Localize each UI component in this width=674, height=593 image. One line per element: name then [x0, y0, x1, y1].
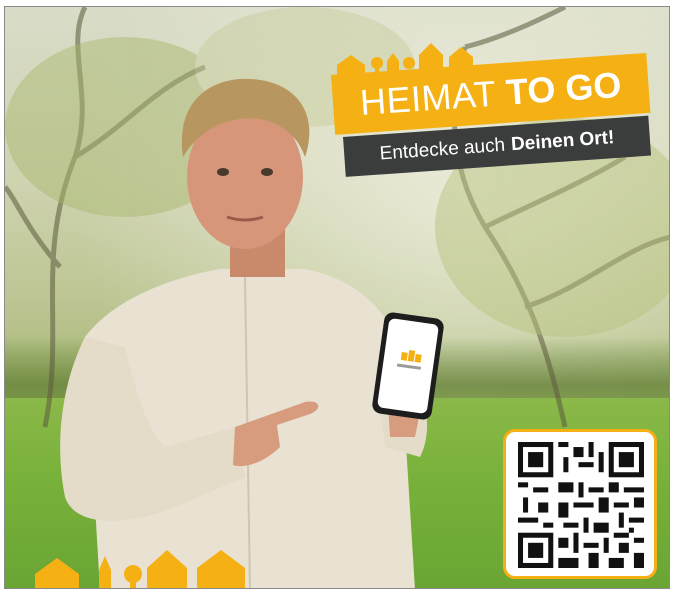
qr-code-icon: [518, 442, 644, 568]
ad-image: HEIMAT TO GO Entdecke auch Deinen Ort!: [4, 6, 670, 589]
subtitle-bold: Deinen Ort!: [510, 127, 616, 156]
subtitle-regular: Entdecke auch: [378, 134, 506, 165]
headline-regular: HEIMAT: [358, 72, 498, 123]
qr-code-card[interactable]: [503, 429, 657, 579]
house-skyline-icon: [35, 550, 245, 588]
headline-bold: TO GO: [504, 63, 623, 113]
